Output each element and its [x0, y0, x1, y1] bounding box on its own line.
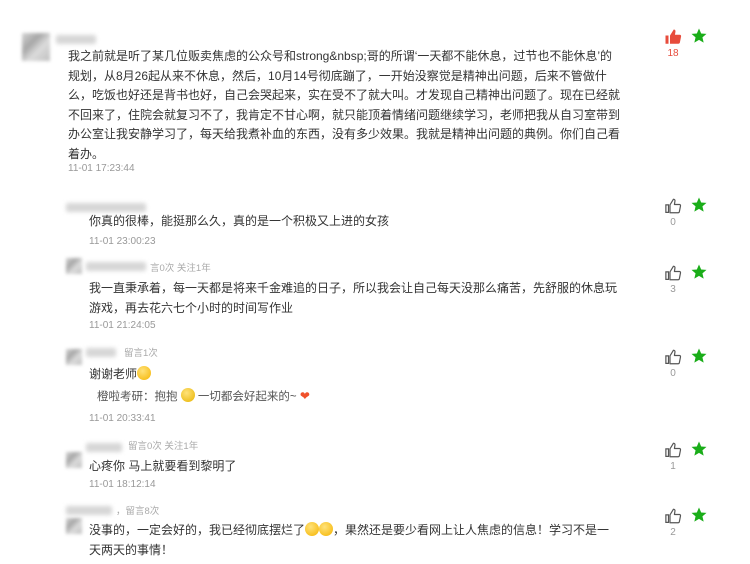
star-icon[interactable] — [690, 196, 708, 214]
author-reply: 橙啦考研：抱抱 一切都会好起来的~ ❤ — [97, 388, 310, 403]
star-icon[interactable] — [690, 263, 708, 281]
user-meta: ，留言8次 — [116, 506, 160, 517]
comment-time: 11-01 21:24:05 — [89, 320, 156, 331]
like-count: 0 — [670, 217, 676, 228]
thumbs-up-icon[interactable] — [664, 441, 682, 459]
comment-text: 没事的，一定会好的，我已经彻底摆烂了 ，果然还是要少看网上让人焦虑的信息！学习不是… — [89, 522, 610, 557]
comment-text: 谢谢老师 — [89, 365, 389, 385]
heart-icon: ❤ — [299, 389, 310, 403]
nickname-blurred — [56, 35, 96, 44]
user-meta: 留言0次 关注1年 — [128, 441, 199, 452]
user-meta: 留言1次 — [124, 348, 158, 359]
nickname-blurred — [86, 443, 122, 452]
comment-text: 我之前就是听了某几位贩卖焦虑的公众号和strong&nbsp;哥的所谓‘一天都不… — [68, 49, 621, 161]
thumbs-up-filled-icon[interactable] — [664, 28, 682, 46]
avatar — [66, 258, 82, 274]
comment-time: 11-01 23:00:23 — [89, 236, 156, 247]
emoji-icon — [305, 522, 320, 536]
nickname-blurred — [86, 262, 146, 271]
nickname-blurred — [66, 203, 146, 212]
like-count: 3 — [670, 284, 676, 295]
thumbs-up-icon[interactable] — [664, 197, 682, 215]
star-icon[interactable] — [690, 27, 708, 45]
star-icon[interactable] — [690, 440, 708, 458]
emoji-icon — [319, 522, 334, 536]
avatar — [66, 349, 82, 365]
like-count: 1 — [670, 461, 676, 472]
avatar — [22, 33, 50, 61]
star-icon[interactable] — [690, 506, 708, 524]
star-icon[interactable] — [690, 347, 708, 365]
thumbs-up-icon[interactable] — [664, 507, 682, 525]
emoji-icon — [137, 366, 152, 380]
comment-time: 11-01 18:12:14 — [89, 479, 156, 490]
user-meta: 言0次 关注1年 — [150, 263, 211, 274]
thumbs-up-icon[interactable] — [664, 348, 682, 366]
comment-time: 11-01 17:23:44 — [68, 163, 135, 174]
nickname-blurred — [86, 348, 116, 357]
like-count: 2 — [670, 527, 676, 538]
comment-text: 我一直秉承着，每一天都是将来千金难追的日子，所以我会让自己每天没那么痛苦，先舒服… — [89, 281, 618, 315]
avatar — [66, 518, 82, 534]
comment-text: 你真的很棒，能挺那么久，真的是一个积极又上进的女孩 — [89, 214, 390, 228]
like-count: 18 — [667, 48, 679, 59]
comment-text: 心疼你 马上就要看到黎明了 — [89, 459, 237, 473]
avatar — [66, 452, 82, 468]
like-count: 0 — [670, 368, 676, 379]
comment-time: 11-01 20:33:41 — [89, 413, 156, 424]
nickname-blurred — [66, 506, 112, 515]
thumbs-up-icon[interactable] — [664, 264, 682, 282]
emoji-hug-icon — [180, 388, 195, 402]
